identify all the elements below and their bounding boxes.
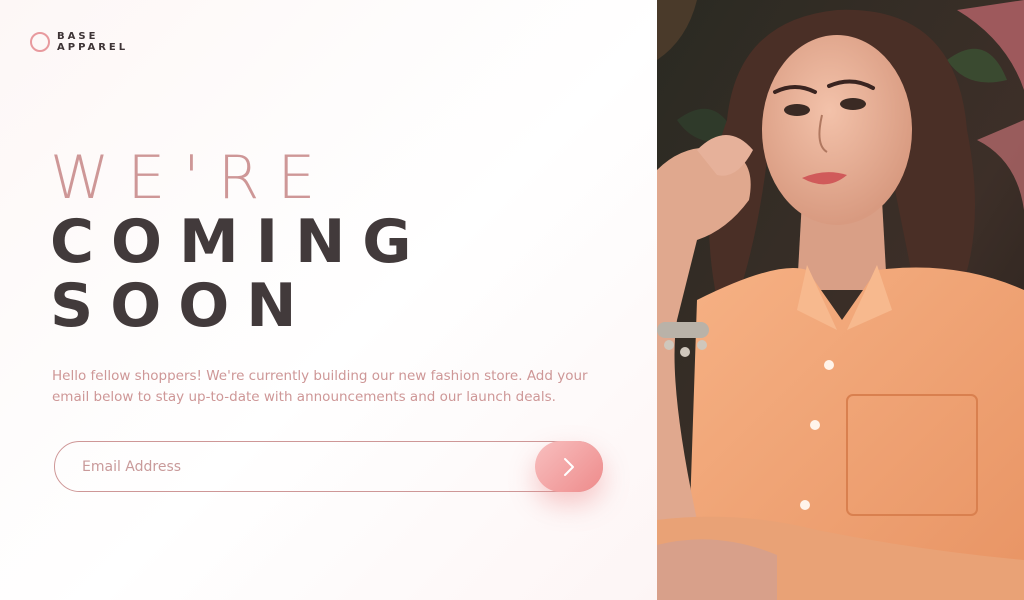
- logo-line-1: BASE: [57, 31, 99, 42]
- email-input[interactable]: [54, 441, 603, 492]
- hero-image: [657, 0, 1024, 600]
- headline: WE'RE COMING SOON: [50, 146, 429, 338]
- headline-line-2: COMING: [50, 207, 429, 277]
- email-form: [54, 441, 603, 492]
- logo-line-2: APPAREL: [57, 42, 129, 53]
- logo-ring-icon: [30, 32, 50, 52]
- chevron-right-icon: [564, 457, 574, 476]
- headline-line-1: WE'RE: [50, 143, 334, 213]
- woman-photo: [657, 0, 1024, 600]
- description: Hello fellow shoppers! We're currently b…: [52, 368, 588, 405]
- submit-button[interactable]: [535, 441, 603, 492]
- logo-text: BASE APPAREL: [57, 31, 128, 53]
- headline-line-3: SOON: [50, 271, 314, 341]
- logo[interactable]: BASE APPAREL: [30, 31, 128, 53]
- content-panel: BASE APPAREL WE'RE COMING SOON Hello fel…: [0, 0, 657, 600]
